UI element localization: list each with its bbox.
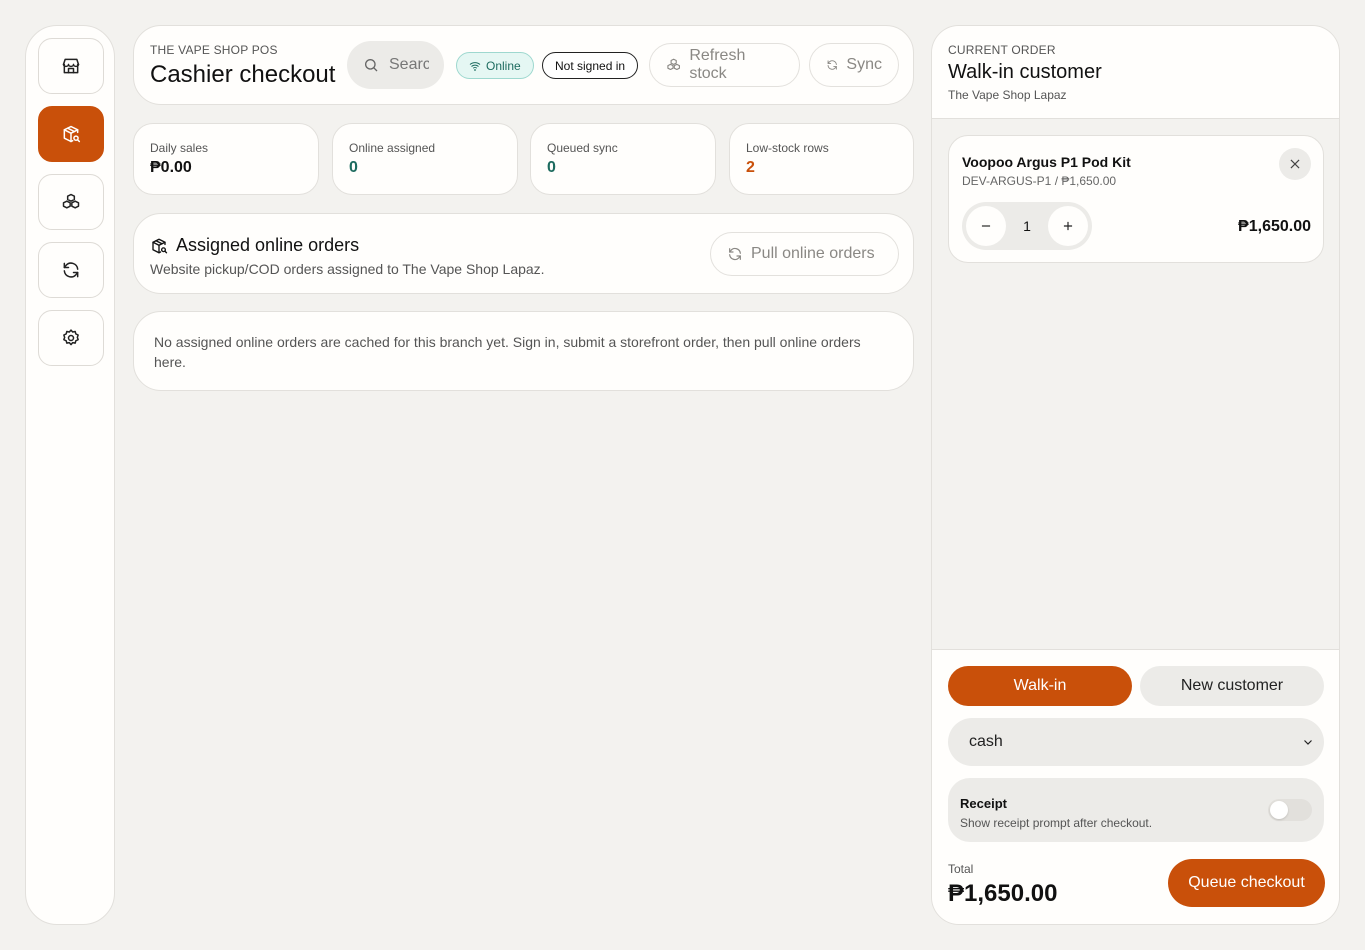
- header-bar: THE VAPE SHOP POS Cashier checkout Onlin…: [133, 25, 914, 105]
- app-eyebrow: THE VAPE SHOP POS: [150, 43, 278, 57]
- cart-item-total: ₱1,650.00: [1238, 218, 1311, 235]
- wifi-icon: [469, 61, 481, 71]
- stat-label: Low-stock rows: [746, 141, 829, 155]
- sync-label: Sync: [846, 56, 882, 73]
- nav-checkout-button[interactable]: [38, 106, 104, 162]
- nav-store-button[interactable]: [38, 38, 104, 94]
- online-orders-heading: Assigned online orders: [150, 235, 359, 256]
- increase-quantity-button[interactable]: [1047, 206, 1088, 246]
- stat-value: ₱0.00: [150, 159, 192, 176]
- online-orders-title: Assigned online orders: [176, 235, 360, 255]
- search-icon: [365, 58, 378, 72]
- receipt-setting: Receipt Show receipt prompt after checko…: [948, 778, 1324, 842]
- online-status-badge: Online: [456, 52, 534, 79]
- online-status-label: Online: [486, 58, 521, 73]
- stat-value: 0: [349, 159, 358, 176]
- toggle-knob: [1270, 801, 1288, 819]
- order-footer: Walk-in New customer cash Receipt Show r…: [932, 649, 1339, 924]
- total-value: ₱1,650.00: [948, 880, 1058, 907]
- order-header: CURRENT ORDER Walk-in customer The Vape …: [932, 26, 1339, 119]
- payment-method-value: cash: [969, 733, 1003, 750]
- refresh-stock-button[interactable]: Refresh stock: [649, 43, 800, 87]
- sync-button[interactable]: Sync: [809, 43, 899, 87]
- empty-state-message: No assigned online orders are cached for…: [154, 334, 861, 370]
- queue-checkout-button[interactable]: Queue checkout: [1168, 859, 1325, 907]
- refresh-stock-label: Refresh stock: [689, 47, 746, 82]
- refresh-icon: [63, 262, 79, 278]
- refresh-icon: [827, 60, 837, 70]
- auth-status-badge[interactable]: Not signed in: [542, 52, 639, 79]
- nav-inventory-button[interactable]: [38, 174, 104, 230]
- gear-icon: [63, 329, 79, 346]
- pull-online-orders-button[interactable]: Pull online orders: [710, 232, 899, 276]
- search-field[interactable]: [347, 41, 444, 89]
- sidebar: [25, 25, 115, 925]
- stat-value: 2: [746, 159, 755, 176]
- stat-low-stock: Low-stock rows 2: [729, 123, 914, 195]
- decrease-quantity-button[interactable]: [966, 206, 1006, 246]
- new-customer-button[interactable]: New customer: [1140, 666, 1324, 706]
- receipt-toggle[interactable]: [1268, 799, 1312, 821]
- chevron-down-icon: [1304, 740, 1312, 745]
- stat-label: Online assigned: [349, 141, 436, 155]
- payment-method-select[interactable]: cash: [948, 718, 1324, 766]
- stat-daily-sales: Daily sales ₱0.00: [133, 123, 319, 195]
- nav-sync-button[interactable]: [38, 242, 104, 298]
- quantity-stepper: 1: [962, 202, 1092, 250]
- remove-item-button[interactable]: [1279, 148, 1311, 180]
- boxes-icon: [62, 193, 80, 209]
- stat-label: Queued sync: [547, 141, 618, 155]
- package-search-icon: [152, 238, 168, 253]
- walk-in-button[interactable]: Walk-in: [948, 666, 1132, 706]
- order-eyebrow: CURRENT ORDER: [948, 43, 1056, 57]
- nav-settings-button[interactable]: [38, 310, 104, 366]
- boxes-icon: [667, 58, 680, 71]
- order-branch: The Vape Shop Lapaz: [948, 88, 1067, 102]
- receipt-description: Show receipt prompt after checkout.: [960, 816, 1153, 830]
- stat-value: 0: [547, 159, 556, 176]
- search-input[interactable]: [389, 56, 429, 74]
- refresh-icon: [729, 247, 741, 261]
- close-icon: [1290, 159, 1300, 169]
- quantity-value: 1: [1023, 218, 1031, 234]
- store-icon: [62, 58, 80, 74]
- stat-queued-sync: Queued sync 0: [530, 123, 716, 195]
- online-orders-panel: Assigned online orders Website pickup/CO…: [133, 213, 914, 294]
- stat-label: Daily sales: [150, 141, 209, 155]
- page-title: Cashier checkout: [150, 61, 336, 88]
- order-customer-name: Walk-in customer: [948, 61, 1102, 83]
- total-label: Total: [948, 862, 974, 876]
- cart-item: Voopoo Argus P1 Pod Kit DEV-ARGUS-P1 / ₱…: [948, 135, 1324, 263]
- online-orders-subtitle: Website pickup/COD orders assigned to Th…: [150, 261, 545, 277]
- cart-item-name: Voopoo Argus P1 Pod Kit: [962, 154, 1131, 170]
- pull-online-orders-label: Pull online orders: [751, 245, 875, 262]
- online-orders-empty-state: No assigned online orders are cached for…: [133, 311, 914, 391]
- cart-item-sku: DEV-ARGUS-P1 / ₱1,650.00: [962, 174, 1117, 188]
- package-search-icon: [63, 125, 81, 143]
- plus-icon: [1063, 221, 1073, 231]
- receipt-title: Receipt: [960, 796, 1007, 811]
- current-order-panel: CURRENT ORDER Walk-in customer The Vape …: [931, 25, 1340, 925]
- stat-online-assigned: Online assigned 0: [332, 123, 518, 195]
- minus-icon: [981, 225, 991, 227]
